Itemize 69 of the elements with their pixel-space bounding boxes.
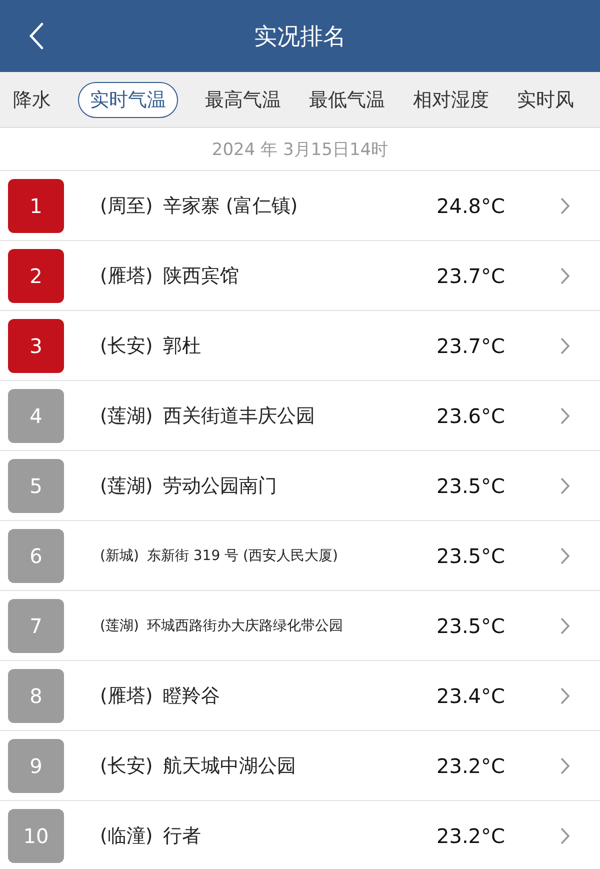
district-label: (雁塔) [100,264,153,288]
temperature-value: 23.5°C [436,544,505,568]
chevron-icon [560,196,570,214]
date-label: 2024 年 3月15日14时 [0,128,600,171]
station-name: 劳动公园南门 [162,474,278,498]
temperature-value: 23.5°C [436,614,505,638]
district-label: (长安) [100,334,153,358]
rank-badge: 8 [8,668,64,722]
district-label: (莲湖) [100,616,139,634]
station-name: 陕西宾馆 [162,264,240,288]
station-name: 辛家寨 (富仁镇) [162,194,299,218]
temperature-value: 23.7°C [436,264,505,288]
ranking-row[interactable]: 2 (雁塔) 陕西宾馆 23.7°C [0,241,600,311]
rank-badge: 6 [8,528,64,582]
ranking-row[interactable]: 1 (周至) 辛家寨 (富仁镇) 24.8°C [0,171,600,241]
rank-badge: 2 [8,248,64,302]
chevron-icon [560,476,570,494]
station-name: 郭杜 [162,334,202,358]
tab[interactable]: 降水 [12,82,52,118]
tab[interactable]: 相对湿度 [412,82,490,118]
station-name: 东新街 319 号 (西安人民大厦) [146,546,339,564]
station-name: 瞪羚谷 [162,684,221,708]
rank-badge: 1 [8,178,64,232]
rank-badge: 10 [8,808,64,862]
district-label: (周至) [100,194,153,218]
temperature-value: 23.2°C [436,754,505,778]
ranking-row[interactable]: 5 (莲湖) 劳动公园南门 23.5°C [0,451,600,521]
ranking-row[interactable]: 3 (长安) 郭杜 23.7°C [0,311,600,381]
district-label: (雁塔) [100,684,153,708]
tab[interactable]: 实时风 [516,82,575,118]
chevron-icon [560,826,570,844]
district-label: (长安) [100,754,153,778]
chevron-icon [560,336,570,354]
ranking-row[interactable]: 9 (长安) 航天城中湖公园 23.2°C [0,731,600,801]
rank-badge: 5 [8,458,64,512]
rank-badge: 3 [8,318,64,372]
rank-badge: 4 [8,388,64,442]
ranking-row[interactable]: 10 (临潼) 行者 23.2°C [0,801,600,869]
chevron-icon [560,616,570,634]
district-label: (莲湖) [100,474,153,498]
page-title: 实况排名 [254,22,346,52]
tab[interactable]: 实时气温 [78,82,178,118]
tab[interactable]: 最高气温 [204,82,282,118]
station-name: 航天城中湖公园 [162,754,297,778]
rank-badge: 9 [8,738,64,792]
ranking-row[interactable]: 7 (莲湖) 环城西路街办大庆路绿化带公园 23.5°C [0,591,600,661]
rank-badge: 7 [8,598,64,652]
chevron-icon [560,546,570,564]
chevron-icon [560,406,570,424]
ranking-row[interactable]: 4 (莲湖) 西关街道丰庆公园 23.6°C [0,381,600,451]
district-label: (新城) [100,546,139,564]
temperature-value: 23.4°C [436,684,505,708]
temperature-value: 24.8°C [436,194,505,218]
chevron-icon [560,756,570,774]
temperature-value: 23.6°C [436,404,505,428]
chevron-icon [560,266,570,284]
tab[interactable]: 最低气温 [308,82,386,118]
station-name: 西关街道丰庆公园 [162,404,316,428]
temperature-value: 23.7°C [436,334,505,358]
district-label: (莲湖) [100,404,153,428]
back-icon[interactable] [28,22,44,50]
ranking-row[interactable]: 6 (新城) 东新街 319 号 (西安人民大厦) 23.5°C [0,521,600,591]
temperature-value: 23.2°C [436,824,505,848]
ranking-row[interactable]: 8 (雁塔) 瞪羚谷 23.4°C [0,661,600,731]
chevron-icon [560,686,570,704]
district-label: (临潼) [100,824,153,848]
temperature-value: 23.5°C [436,474,505,498]
station-name: 环城西路街办大庆路绿化带公园 [146,616,344,634]
station-name: 行者 [162,824,202,848]
